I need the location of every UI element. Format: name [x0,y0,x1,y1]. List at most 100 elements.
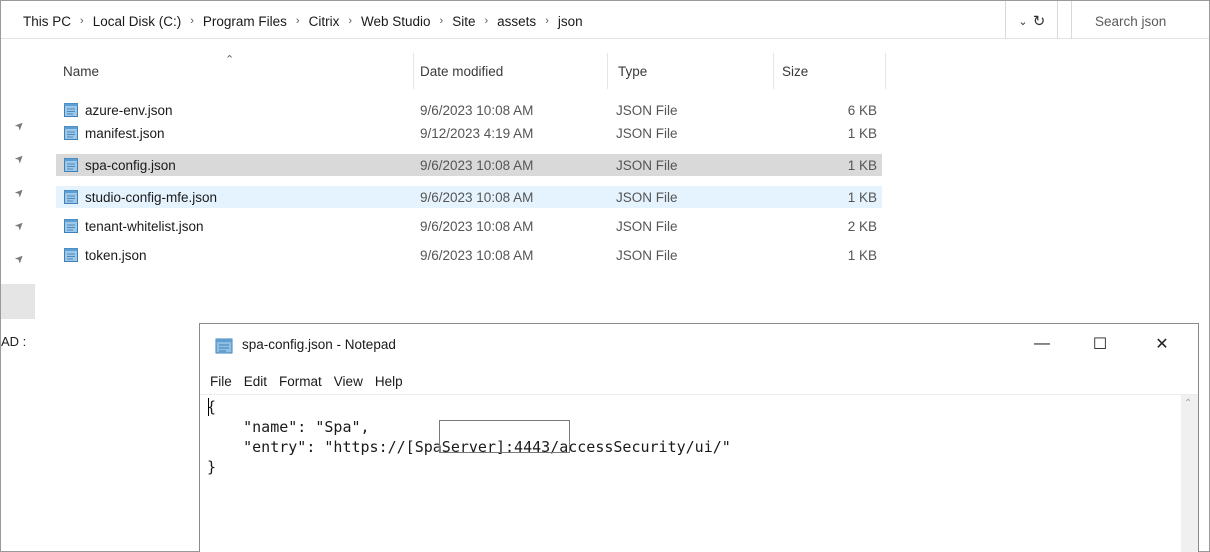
notepad-menu-bar: File Edit Format View Help [200,370,415,392]
address-divider [1005,1,1006,39]
menu-item-file[interactable]: File [210,374,232,389]
column-header-name[interactable]: Name [63,51,99,91]
breadcrumb-item[interactable]: Web Studio [361,14,431,29]
menu-item-help[interactable]: Help [375,374,403,389]
notepad-icon [215,338,233,354]
column-divider[interactable] [413,53,414,89]
json-file-icon [63,102,79,118]
search-divider [1071,1,1072,39]
breadcrumb-separator-icon[interactable]: › [348,15,352,27]
breadcrumb-separator-icon[interactable]: › [440,15,444,27]
breadcrumb-item[interactable]: json [558,14,583,29]
file-date: 9/6/2023 10:08 AM [420,218,534,234]
notepad-title: spa-config.json - Notepad [242,337,396,352]
maximize-icon[interactable]: ☐ [1072,324,1128,364]
sort-ascending-icon: ⌃ [225,54,235,66]
file-date: 9/6/2023 10:08 AM [420,157,534,173]
address-bar-row: This PC › Local Disk (C:) › Program Files › Ci… [1,1,1209,39]
breadcrumb-separator-icon[interactable]: › [296,15,300,27]
json-file-icon [63,189,79,205]
file-name: manifest.json [85,125,165,141]
pin-icon[interactable]: ➤ [10,216,30,236]
breadcrumb-separator-icon[interactable]: › [545,15,549,27]
file-size: 6 KB [847,102,877,118]
column-header-date[interactable]: Date modified [420,51,503,91]
search-placeholder: Search json [1095,13,1167,29]
file-name-cell: manifest.json [63,125,165,141]
file-name-cell: spa-config.json [63,157,176,173]
minimize-icon[interactable]: — [1014,324,1070,364]
pin-icon[interactable]: ➤ [10,249,30,269]
breadcrumb-separator-icon[interactable]: › [484,15,488,27]
file-size: 1 KB [847,157,877,173]
file-date: 9/6/2023 10:08 AM [420,247,534,263]
file-type: JSON File [616,102,678,118]
file-type: JSON File [616,157,678,173]
menu-item-edit[interactable]: Edit [244,374,267,389]
nav-item-label[interactable]: AD : [1,334,26,349]
menu-item-format[interactable]: Format [279,374,322,389]
file-type: JSON File [616,247,678,263]
file-explorer-window: This PC › Local Disk (C:) › Program Files › Ci… [0,0,1210,552]
breadcrumb-item[interactable]: Citrix [309,14,340,29]
file-row[interactable]: azure-env.json 9/6/2023 10:08 AM JSON File… [56,99,882,121]
column-header-type[interactable]: Type [618,51,647,91]
text-caret [208,398,209,416]
breadcrumb-separator-icon[interactable]: › [80,15,84,27]
file-name: tenant-whitelist.json [85,218,204,234]
column-divider[interactable] [885,53,886,89]
file-name-cell: tenant-whitelist.json [63,218,204,234]
file-date: 9/6/2023 10:08 AM [420,102,534,118]
file-type: JSON File [616,189,678,205]
file-size: 1 KB [847,247,877,263]
close-icon[interactable]: ✕ [1134,324,1190,364]
file-name-cell: studio-config-mfe.json [63,189,217,205]
refresh-icon[interactable]: ↻ [1021,3,1057,39]
column-header-size[interactable]: Size [782,51,808,91]
json-file-icon [63,218,79,234]
file-name: spa-config.json [85,157,176,173]
file-row[interactable]: token.json 9/6/2023 10:08 AM JSON File 1 KB [56,244,882,266]
file-name: azure-env.json [85,102,173,118]
breadcrumb-item[interactable]: assets [497,14,536,29]
file-name: studio-config-mfe.json [85,189,218,205]
notepad-window: spa-config.json - Notepad — ☐ ✕ File Edit… [199,323,1199,552]
breadcrumb-item[interactable]: Program Files [203,14,287,29]
json-file-icon [63,247,79,263]
breadcrumb-separator-icon[interactable]: › [190,15,194,27]
refresh-divider [1057,1,1058,39]
file-size: 2 KB [847,218,877,234]
pin-icon[interactable]: ➤ [10,116,30,136]
breadcrumb[interactable]: This PC › Local Disk (C:) › Program Files › Ci… [3,3,1009,39]
navigation-pane: ➤ ➤ ➤ ➤ ➤ AD : [1,39,41,552]
breadcrumb-item[interactable]: Local Disk (C:) [93,14,182,29]
nav-selected-item[interactable] [1,284,35,319]
scroll-up-icon[interactable]: ⌃ [1184,398,1192,409]
menu-item-view[interactable]: View [334,374,363,389]
file-size: 1 KB [847,125,877,141]
file-type: JSON File [616,218,678,234]
file-row[interactable]: tenant-whitelist.json 9/6/2023 10:08 AM JS… [56,215,882,237]
file-name: token.json [85,247,147,263]
notepad-text-area[interactable]: { "name": "Spa", "entry": "https://[SpaS… [200,394,1198,552]
breadcrumb-item[interactable]: Site [452,14,475,29]
search-input[interactable]: Search json [1075,3,1209,39]
pin-icon[interactable]: ➤ [10,183,30,203]
file-row[interactable]: manifest.json 9/12/2023 4:19 AM JSON File 1… [56,122,882,144]
breadcrumb-item[interactable]: This PC [23,14,71,29]
column-divider[interactable] [607,53,608,89]
file-row[interactable]: spa-config.json 9/6/2023 10:08 AM JSON Fil… [56,154,882,176]
spaserver-highlight-box [439,420,570,453]
json-file-icon [63,157,79,173]
column-divider[interactable] [773,53,774,89]
file-name-cell: azure-env.json [63,102,173,118]
pin-icon[interactable]: ➤ [10,149,30,169]
file-size: 1 KB [847,189,877,205]
file-type: JSON File [616,125,678,141]
vertical-scrollbar[interactable]: ⌃ [1181,395,1198,552]
file-name-cell: token.json [63,247,147,263]
notepad-title-bar[interactable]: spa-config.json - Notepad — ☐ ✕ [200,324,1198,368]
file-date: 9/12/2023 4:19 AM [420,125,534,141]
file-row[interactable]: studio-config-mfe.json 9/6/2023 10:08 AM J… [56,186,882,208]
json-file-icon [63,125,79,141]
